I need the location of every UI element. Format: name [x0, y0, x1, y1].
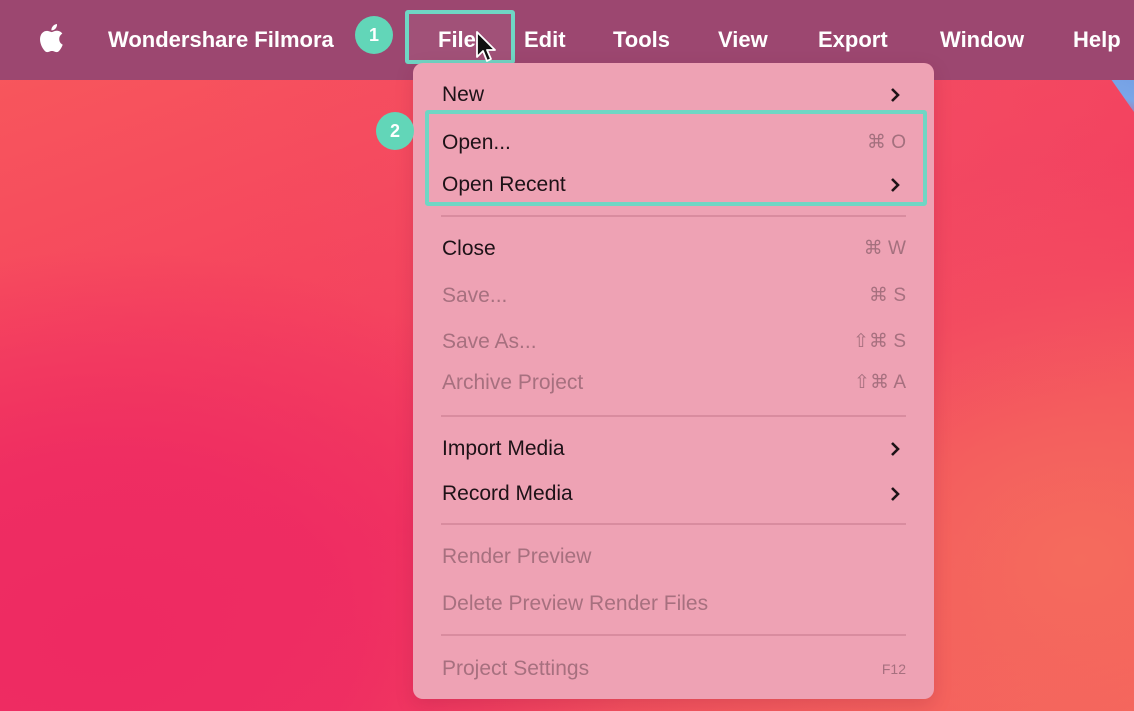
- chevron-right-icon: [891, 442, 900, 456]
- menu-item-label: Save As...: [442, 330, 537, 353]
- menu-item-shortcut: ⇧⌘ A: [854, 372, 906, 393]
- menu-item-label: Save...: [442, 284, 508, 307]
- menu-help[interactable]: Help: [1073, 0, 1121, 80]
- menu-item-shortcut: ⌘ S: [869, 285, 906, 306]
- menu-separator: [441, 523, 906, 525]
- menu-item-delete-preview-render-files[interactable]: Delete Preview Render Files: [413, 584, 934, 624]
- menu-item-label: Archive Project: [442, 371, 584, 394]
- open-items-highlight-box: [425, 110, 927, 206]
- menu-item-close[interactable]: Close ⌘ W: [413, 229, 934, 269]
- menu-item-shortcut: F12: [881, 661, 906, 677]
- menu-item-label: Close: [442, 237, 496, 260]
- app-menu[interactable]: Wondershare Filmora: [108, 0, 363, 80]
- menu-item-save-as[interactable]: Save As... ⇧⌘ S: [413, 322, 934, 362]
- menu-item-new[interactable]: New: [413, 75, 934, 115]
- menu-item-archive-project[interactable]: Archive Project ⇧⌘ A: [413, 363, 934, 403]
- step-1-badge: 1: [355, 16, 393, 54]
- menu-item-label: New: [442, 83, 485, 106]
- step-2-badge: 2: [376, 112, 414, 150]
- chevron-right-icon: [891, 487, 900, 501]
- menu-separator: [441, 634, 906, 636]
- menu-item-label: Project Settings: [442, 657, 590, 680]
- menu-separator: [441, 415, 906, 417]
- menu-item-record-media[interactable]: Record Media: [413, 474, 934, 514]
- apple-logo-icon[interactable]: [38, 22, 64, 54]
- menu-separator: [441, 215, 906, 217]
- menu-item-label: Record Media: [442, 482, 573, 505]
- chevron-right-icon: [891, 88, 900, 102]
- menu-item-project-settings[interactable]: Project Settings F12: [413, 649, 934, 689]
- menu-item-save[interactable]: Save... ⌘ S: [413, 276, 934, 316]
- menu-item-label: Import Media: [442, 437, 565, 460]
- menu-item-label: Delete Preview Render Files: [442, 592, 709, 615]
- menu-window[interactable]: Window: [940, 0, 1024, 80]
- menu-item-import-media[interactable]: Import Media: [413, 429, 934, 469]
- mouse-cursor-icon: [476, 31, 496, 62]
- menu-item-render-preview[interactable]: Render Preview: [413, 537, 934, 577]
- menu-item-shortcut: ⌘ W: [863, 238, 906, 259]
- menu-item-shortcut: ⇧⌘ S: [853, 331, 906, 352]
- menu-item-label: Render Preview: [442, 545, 592, 568]
